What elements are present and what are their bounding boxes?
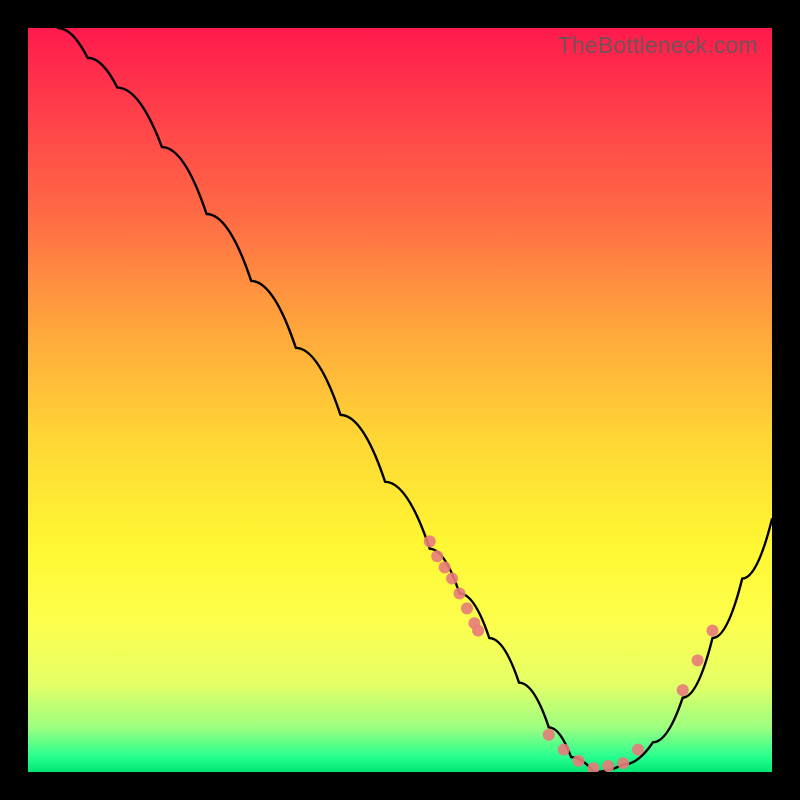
data-point — [617, 757, 629, 769]
plot-area: TheBottleneck.com — [28, 28, 772, 772]
chart-svg — [28, 28, 772, 772]
data-point — [431, 550, 443, 562]
data-point — [632, 744, 644, 756]
chart-frame: TheBottleneck.com — [0, 0, 800, 800]
data-point — [602, 760, 614, 772]
highlight-points — [424, 535, 719, 772]
data-point — [587, 762, 599, 772]
data-point — [472, 625, 484, 637]
data-point — [543, 729, 555, 741]
data-point — [692, 654, 704, 666]
data-point — [461, 602, 473, 614]
data-point — [424, 535, 436, 547]
data-point — [439, 561, 451, 573]
data-point — [558, 744, 570, 756]
data-point — [454, 587, 466, 599]
data-point — [706, 625, 718, 637]
data-point — [446, 573, 458, 585]
bottleneck-curve — [58, 28, 772, 772]
data-point — [573, 755, 585, 767]
data-point — [677, 684, 689, 696]
